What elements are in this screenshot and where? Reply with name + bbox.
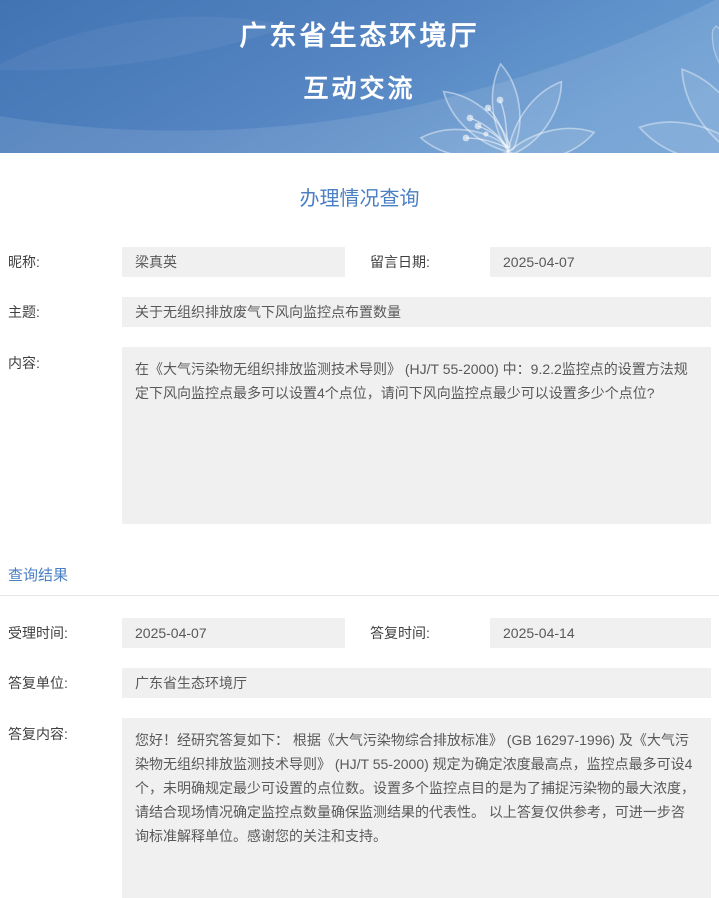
header-banner: 广东省生态环境厅 互动交流	[0, 0, 719, 153]
reply-content-label: 答复内容:	[8, 718, 122, 898]
reply-content-row: 答复内容: 您好！经研究答复如下： 根据《大气污染物综合排放标准》 (GB 16…	[8, 718, 711, 898]
nickname-input[interactable]: 梁真英	[122, 247, 345, 277]
accept-time-input[interactable]: 2025-04-07	[122, 618, 345, 648]
site-subtitle: 互动交流	[0, 69, 719, 105]
message-date-label: 留言日期:	[345, 247, 490, 277]
message-date-input[interactable]: 2025-04-07	[490, 247, 711, 277]
reply-unit-row: 答复单位: 广东省生态环境厅	[8, 668, 711, 698]
nickname-date-row: 昵称: 梁真英 留言日期: 2025-04-07	[8, 247, 711, 277]
reply-unit-label: 答复单位:	[8, 668, 122, 698]
subject-label: 主题:	[8, 297, 122, 327]
content-textarea[interactable]: 在《大气污染物无组织排放监测技术导则》 (HJ/T 55-2000) 中：9.2…	[122, 347, 711, 524]
times-row: 受理时间: 2025-04-07 答复时间: 2025-04-14	[8, 618, 711, 648]
page-title: 办理情况查询	[8, 182, 711, 205]
content-row: 内容: 在《大气污染物无组织排放监测技术导则》 (HJ/T 55-2000) 中…	[8, 347, 711, 524]
query-form: 昵称: 梁真英 留言日期: 2025-04-07 主题: 关于无组织排放废气下风…	[8, 247, 711, 524]
main-content: 办理情况查询 昵称: 梁真英 留言日期: 2025-04-07 主题: 关于无组…	[0, 182, 719, 898]
reply-unit-input[interactable]: 广东省生态环境厅	[122, 668, 711, 698]
site-title: 广东省生态环境厅	[0, 0, 719, 53]
content-label: 内容:	[8, 347, 122, 524]
reply-time-label: 答复时间:	[345, 618, 490, 648]
reply-content-textarea[interactable]: 您好！经研究答复如下： 根据《大气污染物综合排放标准》 (GB 16297-19…	[122, 718, 711, 898]
subject-row: 主题: 关于无组织排放废气下风向监控点布置数量	[8, 297, 711, 327]
result-section-heading: 查询结果	[8, 564, 711, 585]
nickname-label: 昵称:	[8, 247, 122, 277]
subject-input[interactable]: 关于无组织排放废气下风向监控点布置数量	[122, 297, 711, 327]
reply-time-input[interactable]: 2025-04-14	[490, 618, 711, 648]
section-divider	[0, 595, 719, 596]
result-section: 受理时间: 2025-04-07 答复时间: 2025-04-14 答复单位: …	[8, 618, 711, 898]
accept-time-label: 受理时间:	[8, 618, 122, 648]
